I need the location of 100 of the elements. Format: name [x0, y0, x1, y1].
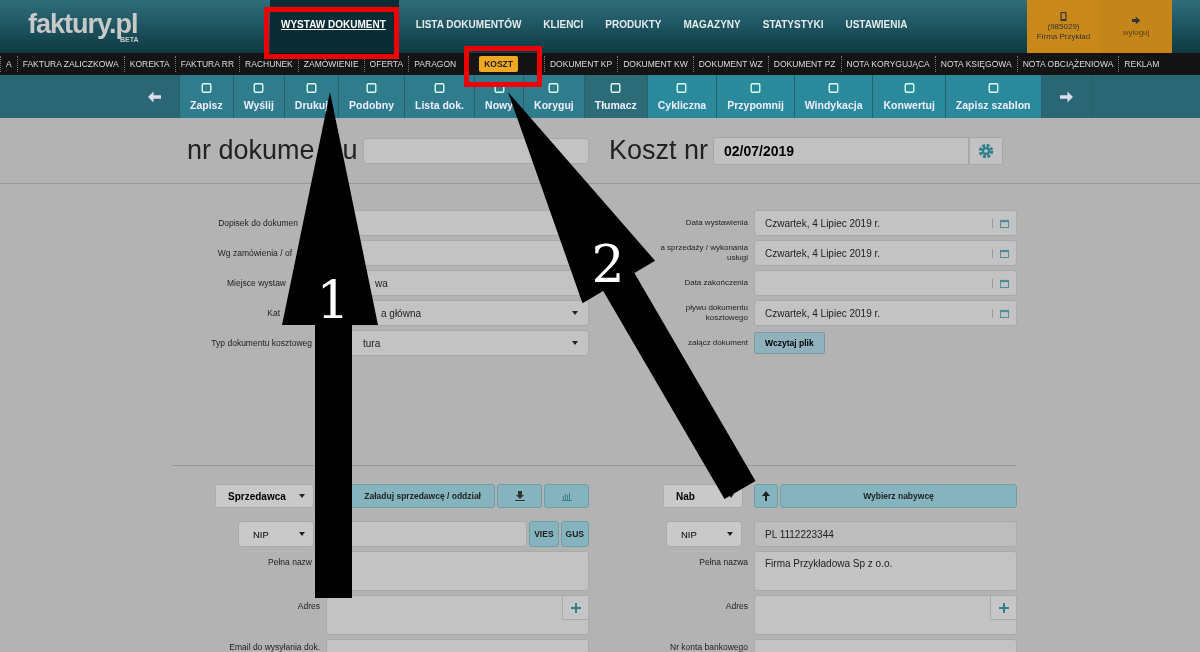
field-label: Kat [266, 307, 281, 319]
date-field[interactable] [754, 270, 1017, 296]
document-type-tab[interactable]: PARAGON [409, 56, 462, 72]
date-field[interactable]: Czwartek, 4 Lipiec 2019 r. [754, 210, 1017, 236]
cost-number-label: Koszt nr [609, 135, 710, 166]
toolbar-icon [609, 82, 623, 94]
logout-icon [1131, 16, 1141, 25]
document-type-tab[interactable]: DOKUMENT PZ [768, 56, 841, 72]
account-name: Firma Przykład [1036, 32, 1091, 41]
field-label: Dopisek do dokumen [217, 217, 299, 229]
party-type-select[interactable]: Sprzedawca [215, 484, 314, 508]
field-label: załącz dokument [687, 338, 748, 348]
toolbar-button[interactable]: Konwertuj [873, 75, 946, 118]
document-type-tab[interactable]: ZAMÓWIENIE [298, 56, 364, 72]
toolbar-button[interactable]: Zapisz szablon [945, 75, 1042, 118]
document-type-tab[interactable]: DOKUMENT WZ [693, 56, 768, 72]
document-number-label: nr dokume [187, 135, 315, 166]
nav-item[interactable]: WYSTAW DOKUMENT [270, 0, 399, 53]
nav-item[interactable]: USTAWIENIA [834, 0, 919, 53]
toolbar-icon [199, 82, 213, 94]
caret-icon [299, 494, 305, 498]
vies-button[interactable]: VIES [529, 521, 559, 547]
toolbar-button[interactable]: Cykliczna [647, 75, 718, 118]
date-field[interactable]: Czwartek, 4 Lipiec 2019 r. [754, 240, 1017, 266]
id-type-select[interactable]: NIP [238, 521, 314, 547]
field-label: Adres [296, 600, 320, 612]
phone-icon [1059, 12, 1068, 21]
left-arrow-icon [148, 90, 161, 103]
toolbar-button[interactable]: Zapisz [180, 75, 234, 118]
toolbar-button[interactable]: Windykacja [794, 75, 874, 118]
up-arrow-icon [761, 491, 771, 501]
id-type-select[interactable]: NIP [666, 521, 742, 547]
caret-icon [299, 532, 305, 536]
nav-item[interactable]: PRODUKTY [594, 0, 673, 53]
document-type-tab[interactable]: DOKUMENT KP [545, 56, 618, 72]
field-label: Data wystawienia [685, 218, 748, 228]
document-type-tab[interactable]: RACHUNEK [240, 56, 298, 72]
document-type-tab[interactable]: OFERTA [364, 56, 409, 72]
plus-icon [570, 602, 581, 613]
document-type-tab[interactable]: KOREKTA [124, 56, 175, 72]
caret-icon [572, 341, 578, 345]
choose-buyer-button[interactable]: Wybierz nabywcę [780, 484, 1017, 508]
field-label: Typ dokumentu kosztoweg [210, 337, 313, 349]
nav-item[interactable]: MAGAZYNY [672, 0, 752, 53]
bar-chart-icon [561, 491, 572, 501]
toolbar-button[interactable]: Koryguj [524, 75, 585, 118]
field-label: Nr konta bankowego [669, 641, 748, 652]
nav-item[interactable]: LISTA DOKUMENTÓW [404, 0, 533, 53]
download-icon [514, 491, 525, 501]
field-label: Wg zamówienia / of [216, 247, 293, 259]
nav-item[interactable]: STATYSTYKI [751, 0, 835, 53]
document-type-tab[interactable]: FAKTURA ZALICZKOWA [17, 56, 124, 72]
toolbar-icon [902, 82, 916, 94]
toolbar-button[interactable]: Tłumacz [584, 75, 648, 118]
toolbar-button[interactable]: Podobny [339, 75, 406, 118]
document-type-tab[interactable]: KOSZT [479, 56, 518, 72]
toolbar-button[interactable]: Wyślij [233, 75, 285, 118]
right-arrow-icon [1059, 90, 1073, 103]
toolbar-icon [365, 82, 379, 94]
plus-icon [998, 602, 1009, 613]
download-button[interactable] [497, 484, 543, 508]
field-label: Pełna nazwa [698, 556, 748, 568]
toolbar-button[interactable]: Lista dok. [405, 75, 476, 118]
field-label: a sprzedaży / wykonania usługi [659, 243, 748, 263]
document-type-tab[interactable]: NOTA OBCIĄŻENIOWA [1017, 56, 1119, 72]
field-label: Pełna nazw [267, 556, 313, 568]
cost-number-field[interactable]: 02/07/2019 [713, 136, 969, 165]
toolbar-icon [827, 82, 841, 94]
toolbar-button[interactable]: Przypomnij [717, 75, 795, 118]
document-type-tab[interactable]: DOKUMENT KW [618, 56, 693, 72]
nav-item[interactable]: KLIENCI [532, 0, 595, 53]
field-label: Email do wysyłania dok. [228, 641, 320, 652]
toolbar-button[interactable]: Drukuj [284, 75, 340, 118]
toolbar-icon [304, 82, 318, 94]
upload-button[interactable] [754, 484, 778, 508]
settings-button[interactable] [969, 136, 1003, 165]
toolbar-icon [749, 82, 762, 94]
document-type-tab[interactable]: REKLAM [1119, 56, 1165, 72]
settings-icon [977, 141, 995, 160]
field-label: Miejsce wystaw [225, 277, 287, 289]
text-area[interactable]: Firma Przykładowa Sp z o.o. [754, 551, 1017, 591]
field-label: pływu dokumentu kosztowego [684, 303, 748, 323]
caret-icon [572, 311, 578, 315]
upload-button[interactable]: Wczytaj plik [754, 332, 825, 354]
toolbar-icon [986, 82, 1000, 94]
toolbar-icon [675, 82, 689, 94]
document-type-tab[interactable]: NOTA KORYGUJĄCA [841, 56, 935, 72]
gus-button[interactable]: GUS [560, 521, 589, 547]
add-button[interactable] [990, 596, 1016, 620]
field-label: Data zakończenia [684, 278, 748, 288]
account-button[interactable]: (985029) Firma Przykład [1027, 0, 1100, 53]
tax-id-field[interactable]: PL 1112223344 [754, 521, 1017, 547]
document-type-tab[interactable]: NOTA KSIĘGOWA [935, 56, 1017, 72]
toolbar-icon [433, 82, 447, 94]
callout-number: 2 [591, 234, 625, 294]
document-type-tab[interactable]: A [1, 56, 17, 72]
document-type-tab[interactable]: FAKTURA RR [175, 56, 240, 72]
date-field[interactable]: Czwartek, 4 Lipiec 2019 r. [754, 300, 1017, 326]
add-button[interactable] [562, 596, 588, 620]
toolbar-icon [547, 82, 561, 94]
